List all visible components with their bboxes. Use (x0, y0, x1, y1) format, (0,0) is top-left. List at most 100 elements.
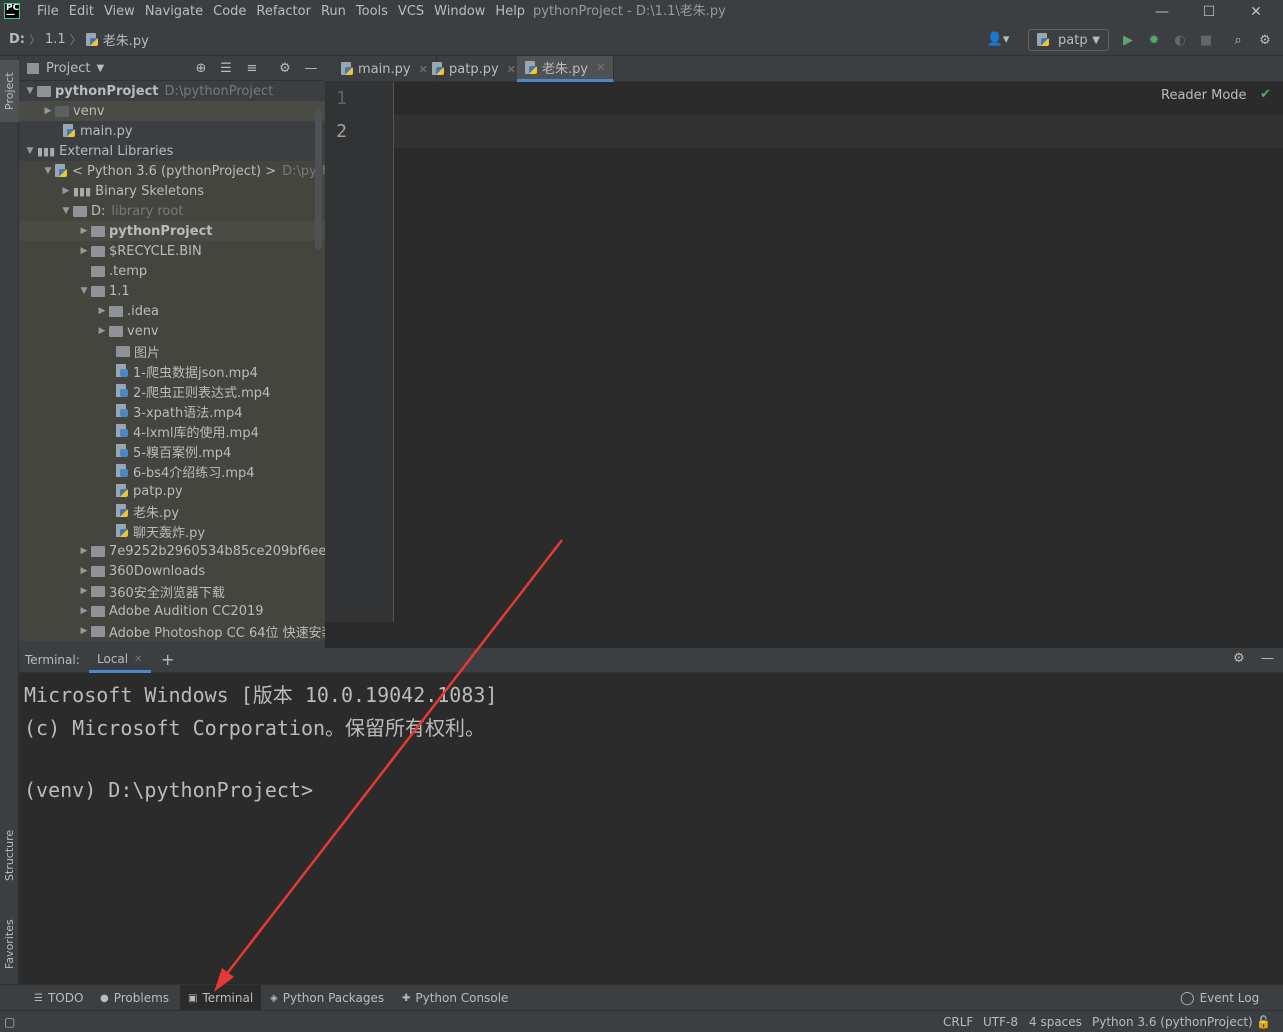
breadcrumb-file[interactable]: 老朱.py (103, 30, 149, 49)
todo-tab[interactable]: ☰ TODO (30, 985, 87, 1011)
expand-arrow-icon[interactable]: ▼ (77, 286, 91, 296)
settings-icon[interactable]: ⚙ (1255, 30, 1275, 50)
gear-icon[interactable]: ⚙ (275, 58, 295, 78)
python-interpreter[interactable]: Python 3.6 (pythonProject) (1092, 1011, 1253, 1032)
coverage-icon[interactable]: ◐ (1170, 30, 1190, 50)
tree-item-patp-py[interactable]: patp.py (19, 481, 325, 501)
favorites-tool-tab[interactable]: Favorites (0, 906, 19, 982)
menu-view[interactable]: View (99, 0, 140, 24)
tree-item-recycle-bin[interactable]: ▶ $RECYCLE.BIN (19, 241, 325, 261)
structure-tool-tab[interactable]: Structure (0, 820, 19, 890)
menu-navigate[interactable]: Navigate (140, 0, 208, 24)
terminal-tab-local[interactable]: Local ✕ (89, 648, 151, 673)
menu-edit[interactable]: Edit (64, 0, 99, 24)
indent-setting[interactable]: 4 spaces (1029, 1011, 1082, 1032)
project-view-select[interactable]: Project (46, 61, 90, 76)
hide-icon[interactable]: — (1261, 651, 1274, 666)
menu-file[interactable]: File (32, 0, 64, 24)
close-tab-icon[interactable]: ✕ (507, 63, 516, 76)
tree-item-pythonproject[interactable]: ▶ pythonProject (19, 221, 325, 241)
tree-item-python-sdk[interactable]: ▼< Python 3.6 (pythonProject) >D:\python… (19, 161, 325, 181)
file-encoding[interactable]: UTF-8 (983, 1011, 1018, 1032)
python-console-tab[interactable]: ✚ Python Console (398, 985, 512, 1011)
run-configuration-select[interactable]: patp ▼ (1028, 29, 1109, 51)
tree-item-project-root[interactable]: ▼ pythonProject D:\pythonProject (19, 81, 325, 101)
tree-scrollbar[interactable] (315, 109, 322, 249)
tree-item-binary-skeletons[interactable]: ▶ ▮▮▮ Binary Skeletons (19, 181, 325, 201)
tab-laozhu-py[interactable]: 老朱.py ✕ (517, 56, 615, 82)
tree-item-library-root[interactable]: ▼ D: library root (19, 201, 325, 221)
menu-code[interactable]: Code (208, 0, 251, 24)
lock-icon[interactable]: 🔓 (1256, 1011, 1271, 1032)
tree-item-folder[interactable]: ▶ 7e9252b2960534b85ce209bf6eec70 (19, 541, 325, 561)
close-window-button[interactable]: ✕ (1233, 0, 1279, 24)
menu-refactor[interactable]: Refactor (251, 0, 316, 24)
tree-item-temp[interactable]: .temp (19, 261, 325, 281)
collapse-arrow-icon[interactable]: ▶ (95, 326, 109, 336)
breadcrumb-folder[interactable]: 1.1 (45, 32, 66, 47)
hide-icon[interactable]: — (301, 58, 321, 78)
reader-mode-button[interactable]: Reader Mode (1161, 88, 1247, 103)
tree-item-main-py[interactable]: main.py (19, 121, 325, 141)
stop-icon[interactable]: ■ (1196, 30, 1216, 50)
search-icon[interactable]: ⌕ (1228, 30, 1248, 50)
locate-icon[interactable]: ⊕ (191, 58, 211, 78)
tab-patp-py[interactable]: patp.py ✕ (424, 56, 525, 82)
debug-icon[interactable]: ✹ (1144, 30, 1164, 50)
tree-item-file[interactable]: 3-xpath语法.mp4 (19, 401, 325, 421)
tree-item-file[interactable]: 1-爬虫数据json.mp4 (19, 361, 325, 381)
expand-arrow-icon[interactable]: ▼ (23, 86, 37, 96)
tree-item-images[interactable]: 图片 (19, 341, 325, 361)
menu-run[interactable]: Run (316, 0, 351, 24)
tree-item-file[interactable]: 2-爬虫正则表达式.mp4 (19, 381, 325, 401)
tree-item-chat-py[interactable]: 聊天轰炸.py (19, 521, 325, 541)
collapse-arrow-icon[interactable]: ▶ (77, 606, 91, 616)
project-tool-tab[interactable]: Project (0, 60, 19, 122)
toggle-tool-windows-icon[interactable]: ▢ (4, 1011, 15, 1032)
tree-item-venv-lib[interactable]: ▶ venv (19, 321, 325, 341)
collapse-arrow-icon[interactable]: ▶ (77, 586, 91, 596)
expand-arrow-icon[interactable]: ▼ (59, 206, 73, 216)
tree-item-file[interactable]: 6-bs4介绍练习.mp4 (19, 461, 325, 481)
tree-item-folder[interactable]: ▶ Adobe Audition CC2019 (19, 601, 325, 621)
collapse-arrow-icon[interactable]: ▶ (77, 566, 91, 576)
breadcrumb-drive[interactable]: D: (9, 32, 25, 47)
close-tab-icon[interactable]: ✕ (596, 61, 605, 74)
collapse-arrow-icon[interactable]: ▶ (59, 186, 73, 196)
close-tab-icon[interactable]: ✕ (134, 654, 142, 665)
event-log-tab[interactable]: ◯ Event Log (1176, 985, 1263, 1011)
menu-vcs[interactable]: VCS (393, 0, 429, 24)
tree-item-folder[interactable]: ▶ 360Downloads (19, 561, 325, 581)
collapse-arrow-icon[interactable]: ▶ (41, 106, 55, 116)
collapse-all-icon[interactable]: ≡ (242, 58, 262, 78)
tree-item-external-libraries[interactable]: ▼ ▮▮▮ External Libraries (19, 141, 325, 161)
minimize-button[interactable]: — (1139, 0, 1185, 24)
menu-tools[interactable]: Tools (351, 0, 393, 24)
gear-icon[interactable]: ⚙ (1233, 651, 1245, 666)
tree-item-1-1[interactable]: ▼ 1.1 (19, 281, 325, 301)
tree-item-folder[interactable]: ▶ 360安全浏览器下载 (19, 581, 325, 601)
run-icon[interactable]: ▶ (1118, 30, 1138, 50)
add-terminal-icon[interactable]: + (161, 650, 174, 669)
menu-window[interactable]: Window (429, 0, 490, 24)
maximize-button[interactable]: ☐ (1186, 0, 1232, 24)
tree-item-idea[interactable]: ▶ .idea (19, 301, 325, 321)
menu-help[interactable]: Help (490, 0, 530, 24)
expand-arrow-icon[interactable]: ▼ (23, 146, 37, 156)
terminal-tab[interactable]: ▣ Terminal (180, 985, 262, 1011)
tree-item-venv[interactable]: ▶ venv (19, 101, 325, 121)
tree-item-file[interactable]: 4-lxml库的使用.mp4 (19, 421, 325, 441)
collapse-arrow-icon[interactable]: ▶ (77, 546, 91, 556)
problems-tab[interactable]: ● Problems (96, 985, 173, 1011)
tree-item-folder[interactable]: ▶ Adobe Photoshop CC 64位 快速安装 (19, 621, 325, 641)
expand-all-icon[interactable]: ☰ (216, 58, 236, 78)
code-editor[interactable]: 1 2 Reader Mode ✔ (325, 82, 1283, 622)
tree-item-file[interactable]: 5-糗百案例.mp4 (19, 441, 325, 461)
expand-arrow-icon[interactable]: ▼ (41, 166, 55, 176)
line-separator[interactable]: CRLF (943, 1011, 973, 1032)
terminal-output[interactable]: Microsoft Windows [版本 10.0.19042.1083] (… (19, 673, 1283, 984)
python-packages-tab[interactable]: ◈ Python Packages (266, 985, 388, 1011)
dropdown-arrow-icon[interactable]: ▼ (96, 63, 104, 74)
collapse-arrow-icon[interactable]: ▶ (77, 626, 91, 636)
collapse-arrow-icon[interactable]: ▶ (77, 226, 91, 236)
